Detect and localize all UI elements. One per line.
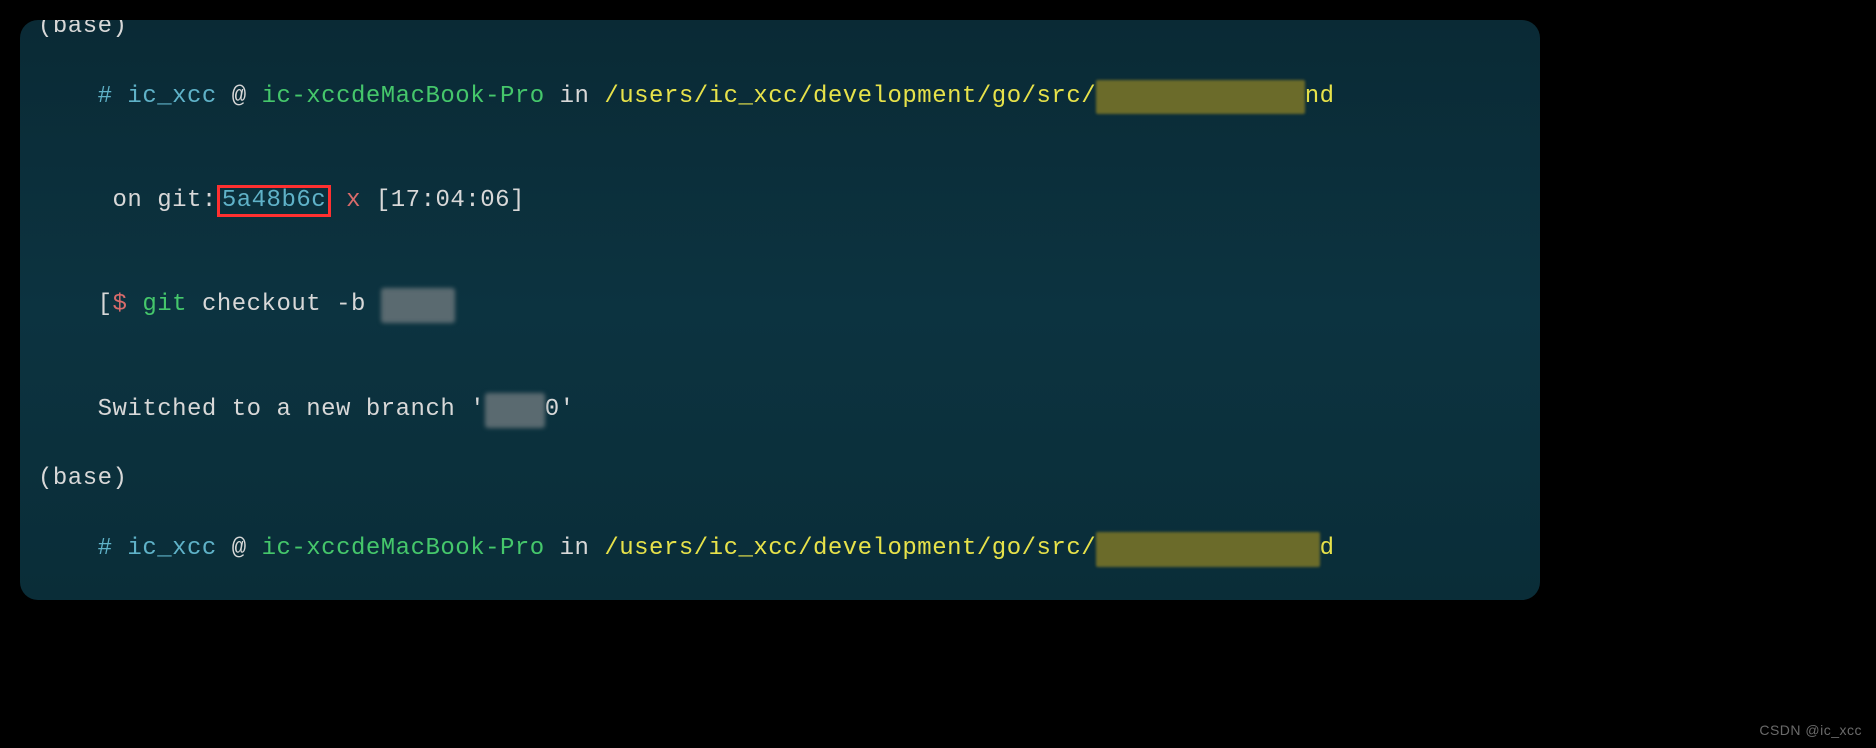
in-word: in xyxy=(560,535,590,562)
on-git-label: on git: xyxy=(98,187,217,214)
redacted-output: xxxx xyxy=(485,393,545,428)
redacted-arg: xxxxx xyxy=(381,288,456,323)
bracket-open: [ xyxy=(98,291,113,318)
watermark: CSDN @ic_xcc xyxy=(1759,720,1862,740)
user: ic_xcc xyxy=(127,535,216,562)
user: ic_xcc xyxy=(127,83,216,110)
prompt-line: # ic_xcc @ ic-xccdeMacBook-Pro in /users… xyxy=(38,45,1522,149)
hash: # xyxy=(98,83,113,110)
redacted-path: xxxxxxxxxxxxxxx xyxy=(1096,532,1320,567)
hostname: ic-xccdeMacBook-Pro xyxy=(262,535,545,562)
command-line[interactable]: [$ git checkout -b xxxxx xyxy=(38,254,1522,358)
timestamp: [17:04:06] xyxy=(376,187,525,214)
git-cmd: git xyxy=(142,291,187,318)
prompt-dollar: $ xyxy=(113,291,128,318)
base-marker: (base) xyxy=(38,20,1522,45)
git-branch: 5a48b6c xyxy=(222,187,326,214)
terminal-window[interactable]: (base) # ic_xcc @ ic-xccdeMacBook-Pro in… xyxy=(20,20,1540,600)
base-marker: (base) xyxy=(38,462,1522,497)
at-sign: @ xyxy=(232,83,247,110)
output-line: Switched to a new branch 'xxxx0' xyxy=(38,358,1522,462)
cwd-path: /users/ic_xcc/development/go/src/xxxxxxx… xyxy=(604,83,1334,110)
commit-hash-highlight: 5a48b6c xyxy=(217,185,331,217)
cmd-args: checkout -b xyxy=(187,291,381,318)
cwd-path: /users/ic_xcc/development/go/src/xxxxxxx… xyxy=(604,535,1334,562)
prompt-line: # ic_xcc @ ic-xccdeMacBook-Pro in /users… xyxy=(38,497,1522,600)
git-status-line: on git:5a48b6c x [17:04:06] xyxy=(38,149,1522,253)
redacted-path: xxxxxxxxxxxxxx xyxy=(1096,80,1305,115)
dirty-indicator: x xyxy=(346,187,361,214)
at-sign: @ xyxy=(232,535,247,562)
hash: # xyxy=(98,535,113,562)
hostname: ic-xccdeMacBook-Pro xyxy=(262,83,545,110)
in-word: in xyxy=(560,83,590,110)
